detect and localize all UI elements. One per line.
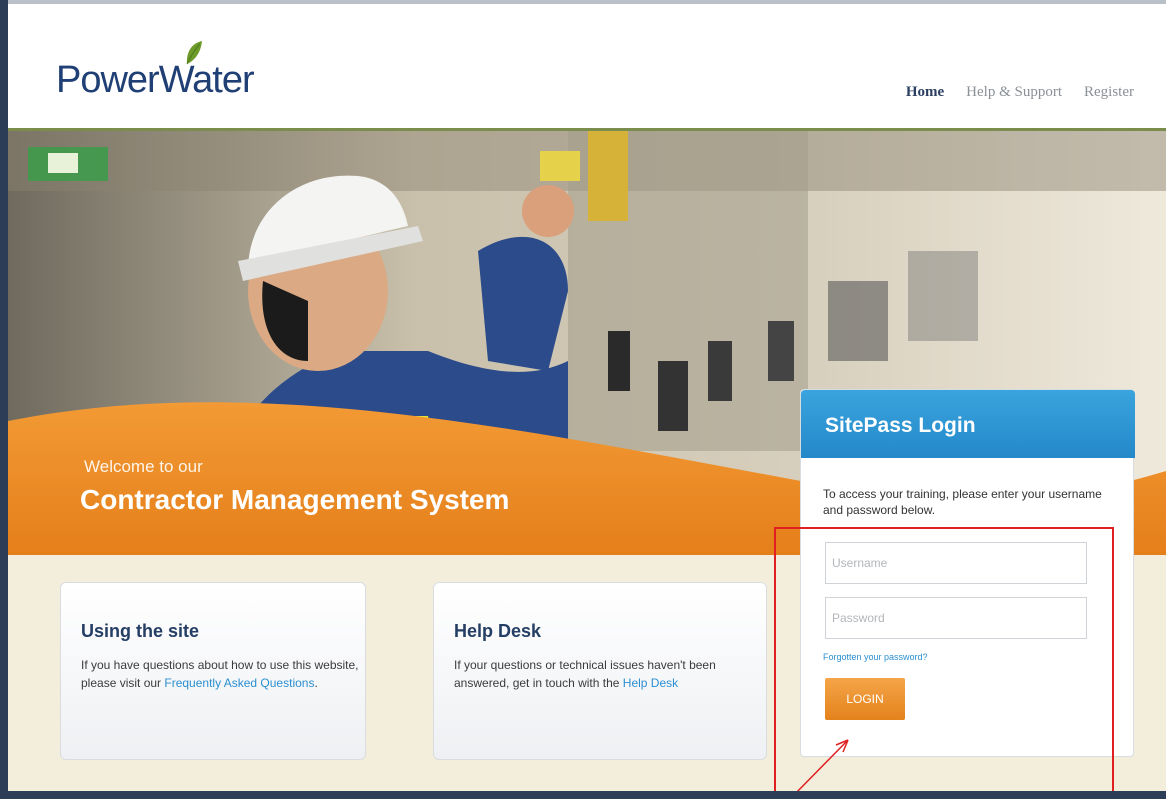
logo[interactable]: PowerWater	[56, 59, 255, 102]
welcome-line: Welcome to our	[84, 457, 203, 476]
faq-link[interactable]: Frequently Asked Questions	[164, 676, 314, 690]
site-header: PowerWater Home Help & Support Register	[8, 4, 1166, 128]
card-using-site: Using the site If you have questions abo…	[60, 582, 366, 760]
card-text: If you have questions about how to use t…	[81, 658, 359, 690]
login-title: SitePass Login	[825, 414, 976, 437]
bottom-frame-bar	[0, 791, 1166, 799]
leaf-icon	[186, 41, 202, 65]
card-title: Using the site	[81, 621, 200, 641]
left-frame-bar	[0, 0, 8, 799]
login-description: To access your training, please enter yo…	[823, 487, 1102, 517]
main-nav: Home Help & Support Register	[906, 84, 1134, 101]
nav-help-support[interactable]: Help & Support	[966, 84, 1062, 101]
card-help-desk: Help Desk If your questions or technical…	[433, 582, 767, 760]
card-title: Help Desk	[454, 621, 542, 641]
highlight-box	[774, 527, 1114, 799]
card-text: If your questions or technical issues ha…	[454, 658, 716, 690]
login-header: SitePass Login	[801, 390, 1135, 458]
nav-register[interactable]: Register	[1084, 84, 1134, 101]
help-desk-link[interactable]: Help Desk	[623, 676, 678, 690]
nav-home[interactable]: Home	[906, 84, 944, 101]
hero-title: Contractor Management System	[80, 484, 510, 515]
